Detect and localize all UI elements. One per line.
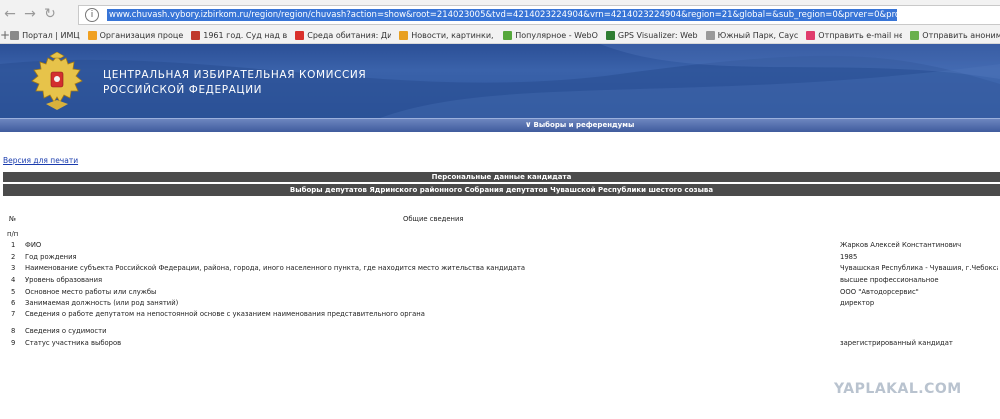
row-number: 1 — [11, 241, 16, 249]
bookmark-label: Отправить e-mail не — [818, 30, 903, 40]
bookmark-item[interactable]: Популярное - WebO — [503, 30, 598, 40]
bookmarks-list: Портал | ИМЦ Организация проце 1961 год. С… — [10, 30, 1000, 40]
row-value: ООО "Автодорсервис" — [840, 288, 919, 296]
bookmark-label: Отправить аноним — [922, 30, 1000, 40]
row-label: Занимаемая должность (или род занятий) — [25, 299, 179, 307]
bookmark-item[interactable]: Организация проце — [87, 30, 184, 40]
row-number: 2 — [11, 253, 16, 261]
bookmark-label: Новости, картинки, г — [411, 30, 496, 40]
row-label: Основное место работы или службы — [25, 288, 157, 296]
row-label: Сведения о судимости — [25, 327, 107, 335]
row-label: Уровень образования — [25, 276, 103, 284]
menu-item-elections[interactable]: ∨ Выборы и референдумы — [525, 120, 634, 129]
row-value: Чувашская Республика - Чувашия, г.Чебокс… — [840, 264, 998, 272]
row-label: Статус участника выборов — [25, 339, 122, 347]
row-label: Год рождения — [25, 253, 77, 261]
bookmark-item[interactable]: Южный Парк, Саус — [705, 30, 799, 40]
site-title-line1: ЦЕНТРАЛЬНАЯ ИЗБИРАТЕЛЬНАЯ КОМИССИЯ — [103, 69, 367, 81]
coat-of-arms-icon — [31, 52, 83, 110]
bookmark-favicon-icon — [191, 30, 201, 40]
bookmark-label: GPS Visualizer: Web — [617, 30, 698, 40]
bookmark-favicon-icon — [705, 30, 715, 40]
info-icon[interactable]: i — [85, 8, 99, 22]
apps-icon[interactable]: + — [0, 28, 10, 42]
menu-item-label: Выборы и референдумы — [533, 121, 635, 129]
address-bar[interactable]: i www.chuvash.vybory.izbirkom.ru/region/… — [78, 5, 1000, 25]
bookmark-item[interactable]: Новости, картинки, г — [399, 30, 496, 40]
row-number: 4 — [11, 276, 16, 284]
row-value: высшее профессиональное — [840, 276, 939, 284]
row-number: 3 — [11, 264, 16, 272]
bookmark-label: Южный Парк, Саус — [717, 30, 799, 40]
row-value: 1985 — [840, 253, 858, 261]
section-title: Персональные данные кандидата — [3, 172, 1000, 182]
bookmark-label: Организация проце — [99, 30, 184, 40]
bookmark-item[interactable]: Отправить аноним — [910, 30, 1000, 40]
back-icon[interactable]: ← — [0, 4, 20, 24]
bookmarks-bar: + Портал | ИМЦ Организация проце 1961 год.… — [0, 27, 1000, 43]
bookmark-label: Популярное - WebO — [515, 30, 598, 40]
row-number: 8 — [11, 327, 16, 335]
bookmark-favicon-icon — [605, 30, 615, 40]
site-title-line2: РОССИЙСКОЙ ФЕДЕРАЦИИ — [103, 84, 263, 96]
watermark-text: YAPLAKAL.COM — [834, 381, 962, 397]
bookmark-favicon-icon — [10, 30, 20, 40]
election-title: Выборы депутатов Ядринского районного Со… — [3, 184, 1000, 196]
column-general-header: Общие сведения — [403, 215, 464, 223]
bookmark-item[interactable]: GPS Visualizer: Web — [605, 30, 698, 40]
bookmark-label: Среда обитания: Ди — [307, 30, 392, 40]
column-number-subheader: п/п — [7, 230, 19, 238]
row-label: Наименование субъекта Российской Федерац… — [25, 264, 526, 272]
bookmark-favicon-icon — [806, 30, 816, 40]
forward-icon[interactable]: → — [20, 4, 40, 24]
row-number: 6 — [11, 299, 16, 307]
row-value: директор — [840, 299, 875, 307]
bookmark-favicon-icon — [503, 30, 513, 40]
browser-chrome: ← → ↻ i www.chuvash.vybory.izbirkom.ru/r… — [0, 0, 1000, 44]
reload-icon[interactable]: ↻ — [40, 4, 60, 24]
bookmark-label: Портал | ИМЦ — [22, 30, 80, 40]
bookmark-favicon-icon — [295, 30, 305, 40]
row-number: 9 — [11, 339, 16, 347]
site-header: ЦЕНТРАЛЬНАЯ ИЗБИРАТЕЛЬНАЯ КОМИССИЯ РОССИ… — [0, 44, 1000, 118]
row-number: 7 — [11, 310, 16, 318]
row-label: Сведения о работе депутатом на непостоян… — [25, 310, 425, 318]
row-label: ФИО — [25, 241, 42, 249]
row-number: 5 — [11, 288, 16, 296]
column-number-header: № — [9, 215, 17, 223]
site-title: ЦЕНТРАЛЬНАЯ ИЗБИРАТЕЛЬНАЯ КОМИССИЯ РОССИ… — [103, 68, 366, 98]
bookmark-item[interactable]: Среда обитания: Ди — [295, 30, 392, 40]
url-text[interactable]: www.chuvash.vybory.izbirkom.ru/region/re… — [107, 9, 897, 21]
navigation-row: ← → ↻ i www.chuvash.vybory.izbirkom.ru/r… — [0, 2, 1000, 26]
bookmark-label: 1961 год. Суд над ва — [203, 30, 288, 40]
bookmark-item[interactable]: Отправить e-mail не — [806, 30, 903, 40]
bookmark-favicon-icon — [910, 30, 920, 40]
print-version-link[interactable]: Версия для печати — [3, 156, 78, 165]
bookmark-item[interactable]: 1961 год. Суд над ва — [191, 30, 288, 40]
bookmark-favicon-icon — [399, 30, 409, 40]
main-menu: ∨ Выборы и референдумы — [0, 118, 1000, 132]
bookmark-item[interactable]: Портал | ИМЦ — [10, 30, 80, 40]
bookmark-favicon-icon — [87, 30, 97, 40]
chevron-down-icon: ∨ — [525, 120, 532, 129]
row-value: зарегистрированный кандидат — [840, 339, 953, 347]
row-value: Жарков Алексей Константинович — [840, 241, 962, 249]
